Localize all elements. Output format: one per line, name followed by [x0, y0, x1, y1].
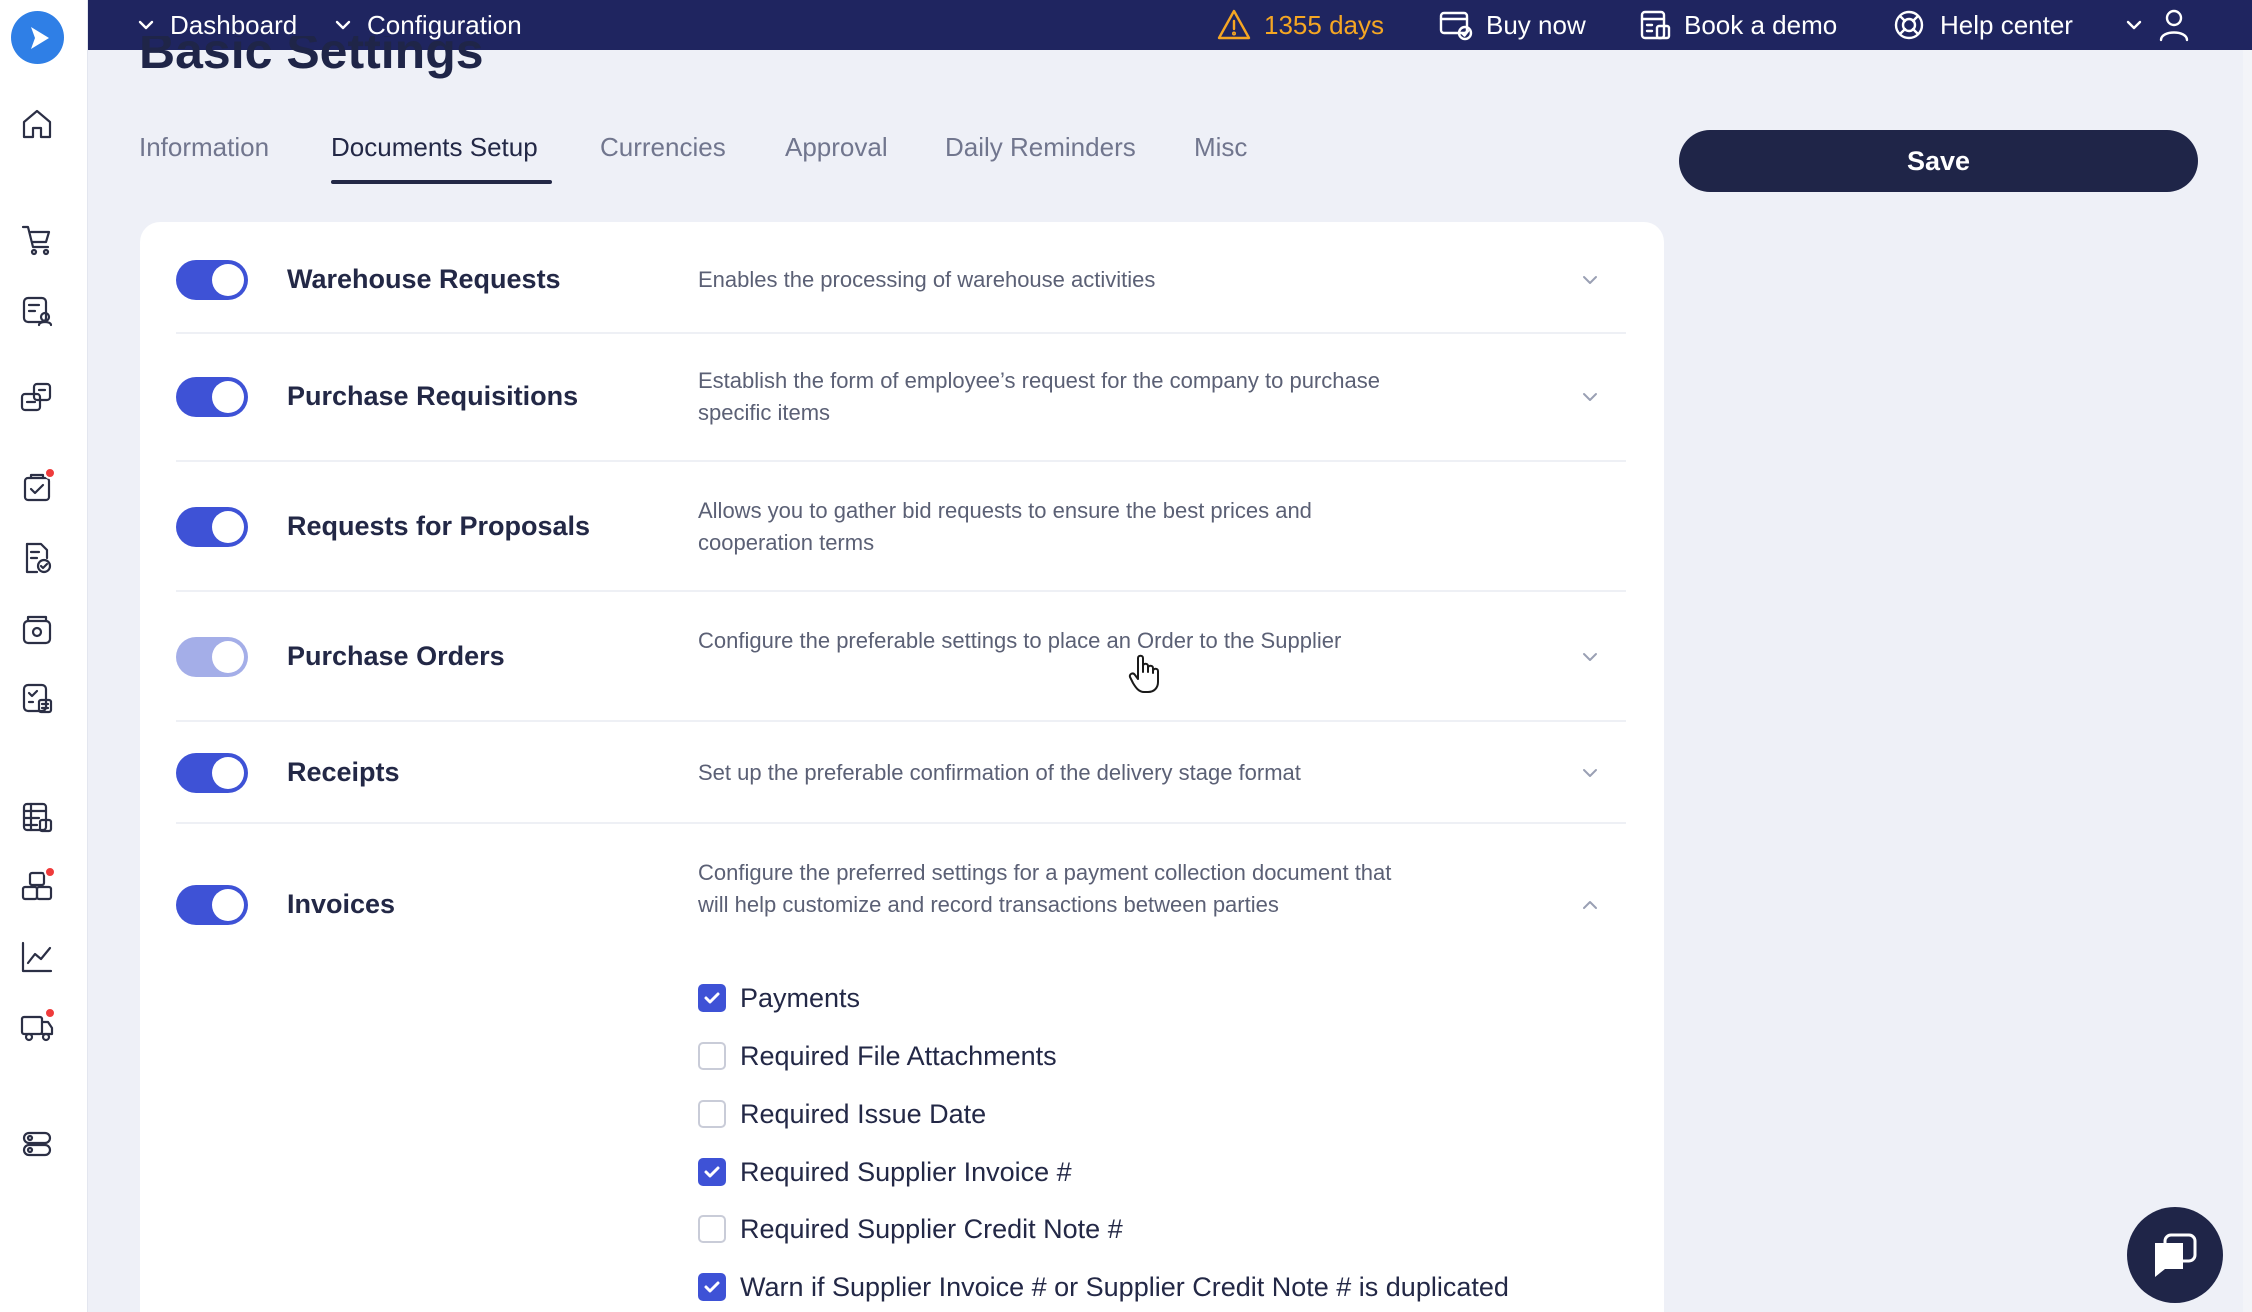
option-label: Required Supplier Invoice # [740, 1156, 1072, 1187]
chevron-down-icon [2126, 20, 2142, 30]
divider [176, 332, 1626, 334]
module-description: Allows you to gather bid requests to ens… [698, 498, 1312, 555]
option-required-supplier-credit-note[interactable]: Required Supplier Credit Note # [698, 1209, 1123, 1249]
help-center-label: Help center [1940, 9, 2073, 40]
chevron-down-icon[interactable] [1578, 761, 1602, 785]
lifebuoy-icon [1894, 10, 1924, 40]
card-icon [1439, 11, 1473, 41]
page-title: Basic Settings [139, 36, 484, 79]
active-tab-indicator [331, 180, 552, 184]
option-label: Warn if Supplier Invoice # or Supplier C… [740, 1271, 1509, 1302]
notification-badge [44, 866, 56, 878]
chevron-down-icon[interactable] [1578, 385, 1602, 409]
user-icon [2159, 9, 2189, 42]
module-description: Configure the preferred settings for a p… [698, 860, 1392, 917]
sidebar [0, 0, 88, 1312]
checkbox-unchecked[interactable] [698, 1215, 726, 1243]
buy-now-button[interactable]: Buy now [1438, 0, 1586, 50]
purchase-requisitions-toggle[interactable] [176, 377, 248, 417]
tab-information[interactable]: Information [139, 132, 269, 163]
option-label: Required Issue Date [740, 1098, 987, 1129]
chat-icon [2155, 1233, 2197, 1277]
chevron-down-icon [335, 20, 351, 30]
warehouse-requests-toggle[interactable] [176, 260, 248, 300]
analytics-icon[interactable] [17, 937, 57, 977]
module-title: Warehouse Requests [287, 264, 561, 294]
checkbox-unchecked[interactable] [698, 1100, 726, 1128]
invoice-icon[interactable] [17, 678, 57, 718]
help-center-button[interactable]: Help center [1892, 0, 2073, 50]
notification-badge [44, 1007, 56, 1019]
chevron-down-icon[interactable] [1578, 268, 1602, 292]
book-demo-label: Book a demo [1684, 9, 1838, 40]
tab-misc[interactable]: Misc [1194, 132, 1247, 163]
checkbox-unchecked[interactable] [698, 1042, 726, 1070]
divider [176, 822, 1626, 824]
invoices-toggle[interactable] [176, 885, 248, 925]
purchase-orders-toggle[interactable] [176, 637, 248, 677]
requests-icon[interactable] [17, 290, 57, 330]
module-title: Purchase Requisitions [287, 381, 579, 411]
module-description: Enables the processing of warehouse acti… [698, 267, 1156, 292]
calendar-icon [1640, 10, 1671, 40]
user-menu[interactable] [2124, 0, 2190, 50]
option-required-issue-date[interactable]: Required Issue Date [698, 1094, 986, 1134]
checkbox-checked[interactable] [698, 1273, 726, 1301]
inventory-icon[interactable] [17, 866, 57, 906]
trial-warning[interactable]: 1355 days [1216, 0, 1384, 50]
divider [176, 460, 1626, 462]
book-demo-button[interactable]: Book a demo [1638, 0, 1837, 50]
requests-for-proposals-toggle[interactable] [176, 507, 248, 547]
option-required-supplier-invoice[interactable]: Required Supplier Invoice # [698, 1152, 1072, 1192]
warning-icon [1217, 9, 1251, 40]
option-label: Required File Attachments [740, 1040, 1057, 1071]
buy-now-label: Buy now [1486, 9, 1586, 40]
receipt-icon[interactable] [17, 538, 57, 578]
tab-documents-setup[interactable]: Documents Setup [331, 132, 538, 163]
chat-button[interactable] [2127, 1207, 2223, 1303]
checkbox-checked[interactable] [698, 1158, 726, 1186]
ledger-icon[interactable] [17, 797, 57, 837]
chevron-down-icon[interactable] [1578, 645, 1602, 669]
save-button[interactable]: Save [1679, 130, 2198, 192]
trial-days: 1355 days [1264, 9, 1384, 40]
module-title: Requests for Proposals [287, 511, 591, 541]
module-description: Configure the preferable settings to pla… [698, 628, 1342, 653]
option-label: Required Supplier Credit Note # [740, 1213, 1123, 1244]
module-description: Set up the preferable confirmation of th… [698, 760, 1301, 785]
wallet-icon[interactable] [17, 609, 57, 649]
module-description: Establish the form of employee’s request… [698, 368, 1380, 425]
module-title: Purchase Orders [287, 641, 505, 671]
chevron-down-icon [138, 20, 154, 30]
orders-icon[interactable] [17, 467, 57, 507]
option-payments[interactable]: Payments [698, 978, 860, 1018]
option-label: Payments [740, 982, 861, 1013]
tab-currencies[interactable]: Currencies [600, 132, 726, 163]
option-warn-duplicate[interactable]: Warn if Supplier Invoice # or Supplier C… [698, 1267, 1509, 1307]
tab-approval[interactable]: Approval [785, 132, 888, 163]
home-icon[interactable] [17, 104, 57, 144]
tab-daily-reminders[interactable]: Daily Reminders [945, 132, 1136, 163]
checkbox-checked[interactable] [698, 984, 726, 1012]
module-title: Receipts [287, 757, 400, 787]
delivery-icon[interactable] [17, 1007, 57, 1047]
cart-icon[interactable] [17, 219, 57, 259]
divider [176, 720, 1626, 722]
hand-cursor-icon [1128, 654, 1159, 693]
logo-play-icon [30, 26, 49, 49]
chevron-up-icon[interactable] [1578, 893, 1602, 917]
notification-badge [44, 467, 56, 479]
option-required-file-attachments[interactable]: Required File Attachments [698, 1036, 1057, 1076]
module-title: Invoices [287, 889, 396, 919]
documents-setup-card: Warehouse Requests Enables the processin… [140, 222, 1664, 1312]
settings-icon[interactable] [17, 1124, 57, 1164]
scrollbar[interactable] [2243, 50, 2252, 1312]
rfp-icon[interactable] [17, 378, 57, 418]
app-logo[interactable] [11, 11, 64, 64]
receipts-toggle[interactable] [176, 753, 248, 793]
divider [176, 590, 1626, 592]
